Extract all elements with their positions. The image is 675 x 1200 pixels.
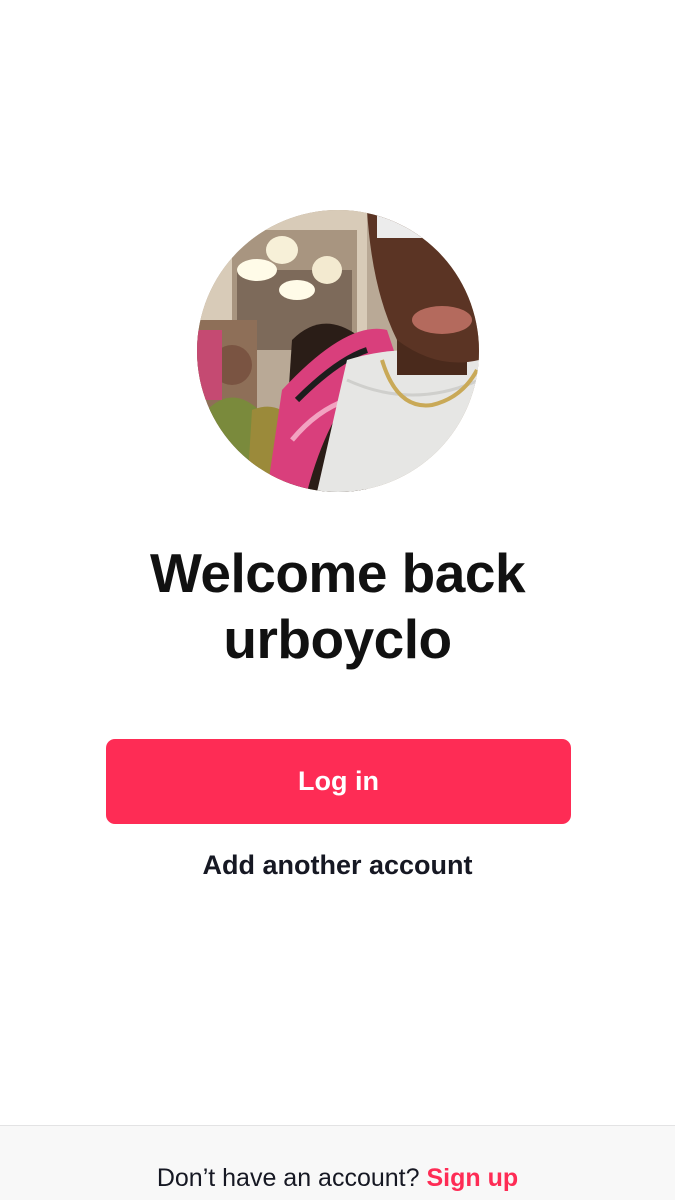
login-button[interactable]: Log in — [106, 739, 571, 824]
login-screen: Welcome back urboyclo Log in Add another… — [0, 0, 675, 1200]
signup-prompt: Don’t have an account? Sign up — [0, 1162, 675, 1194]
avatar — [197, 210, 479, 492]
sign-up-link[interactable]: Sign up — [426, 1164, 518, 1192]
footer: Don’t have an account? Sign up — [0, 1125, 675, 1200]
no-account-text: Don’t have an account? — [156, 1164, 427, 1192]
welcome-heading: Welcome back urboyclo — [0, 540, 675, 672]
profile-photo — [197, 210, 479, 492]
add-another-account-link[interactable]: Add another account — [0, 845, 675, 885]
welcome-line: Welcome back — [149, 542, 526, 604]
welcome-username: urboyclo — [223, 608, 452, 670]
